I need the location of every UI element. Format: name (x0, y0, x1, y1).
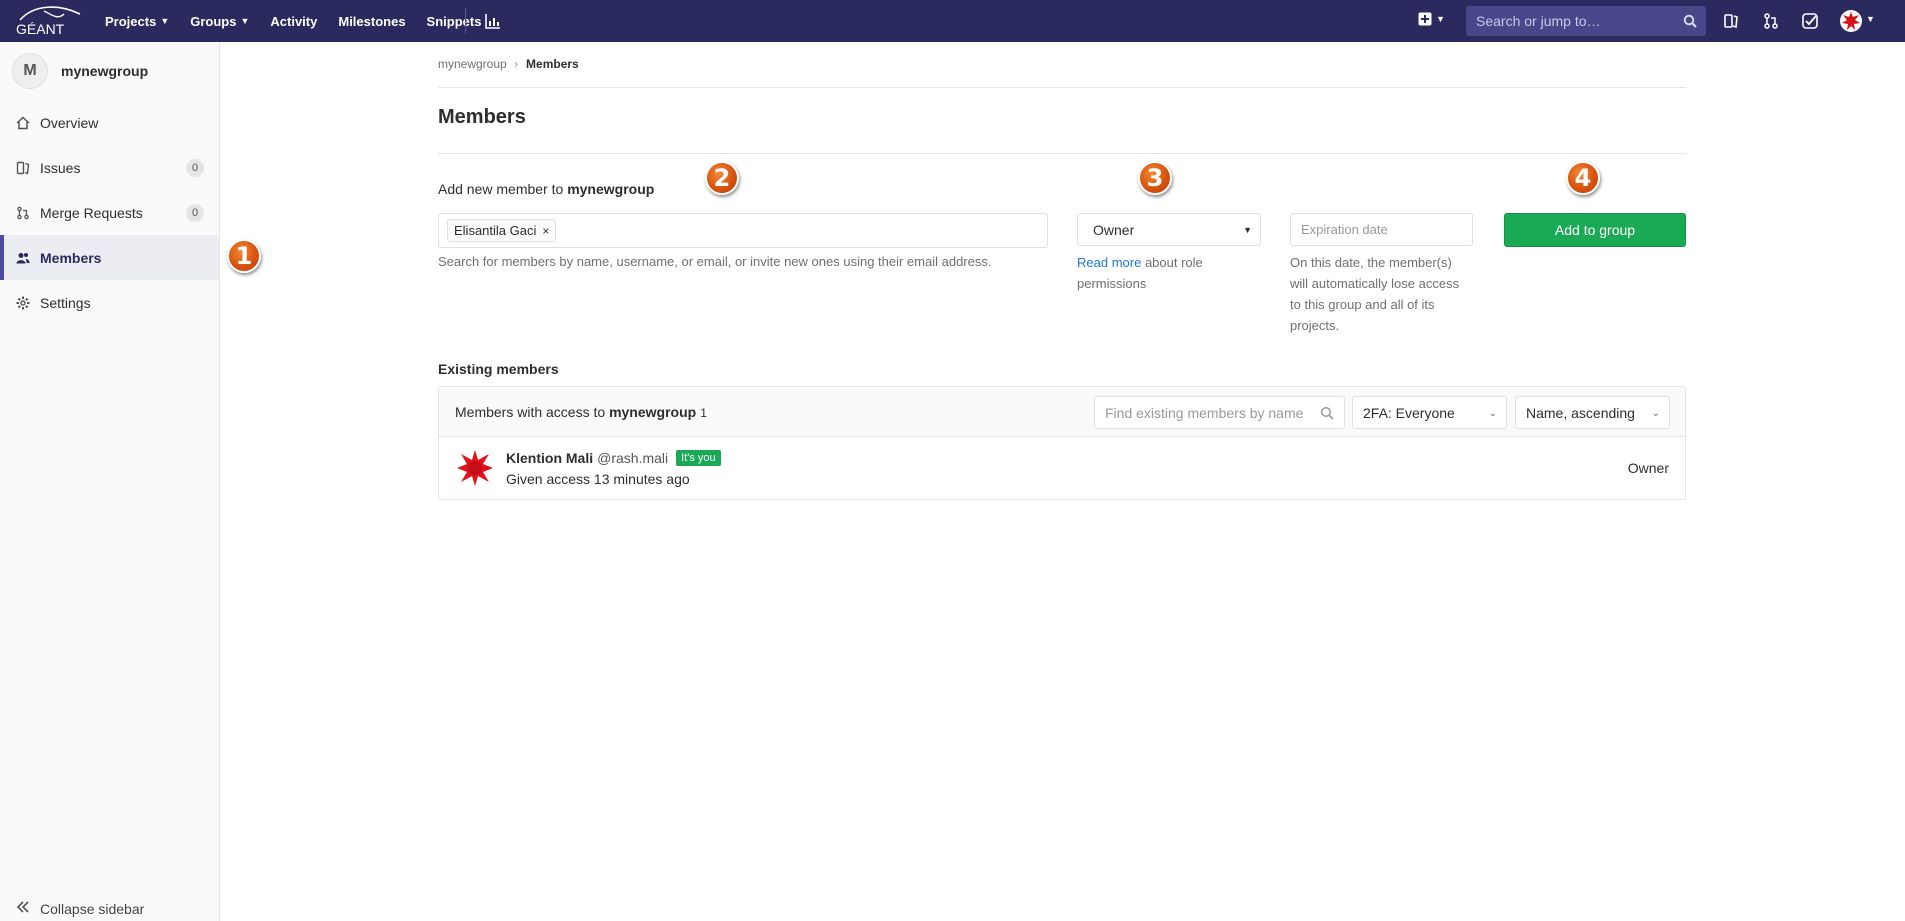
merge-requests-count-badge: 0 (186, 204, 204, 222)
group-name: mynewgroup (61, 63, 149, 79)
group-header[interactable]: M mynewgroup (0, 42, 219, 100)
expiration-date-input[interactable]: Expiration date (1290, 213, 1473, 246)
home-icon (16, 115, 30, 130)
caret-down-icon: ▼ (1243, 225, 1252, 235)
geant-logo[interactable]: GÉANT (14, 6, 82, 36)
top-navbar: GÉANT Projects ▼ Groups ▼ Activity Milesto… (0, 0, 1905, 42)
users-icon (16, 251, 30, 265)
sidebar-item-issues[interactable]: Issues 0 (0, 145, 219, 190)
search-icon (1320, 406, 1334, 420)
members-count: 1 (700, 406, 707, 420)
issues-count-badge: 0 (186, 159, 204, 177)
members-panel-header: Members with access to mynewgroup 1 Find … (439, 387, 1685, 437)
sidebar-item-label: Settings (40, 294, 91, 311)
search-icon (1683, 14, 1697, 28)
divider (438, 87, 1686, 88)
double-chevron-left-icon (16, 900, 30, 917)
read-more-link[interactable]: Read more (1077, 255, 1141, 270)
page-title: Members (438, 106, 526, 128)
chevron-down-icon: ▼ (1436, 14, 1445, 24)
members-panel-title: Members with access to mynewgroup 1 (455, 404, 707, 420)
annotation-badge-4: 4 (1566, 161, 1600, 195)
members-panel: Members with access to mynewgroup 1 Find … (438, 386, 1686, 500)
add-to-group-button[interactable]: Add to group (1504, 213, 1686, 247)
collapse-sidebar-label: Collapse sidebar (40, 900, 145, 917)
nav-groups[interactable]: Groups ▼ (190, 14, 249, 29)
breadcrumb: mynewgroup › Members (438, 57, 579, 71)
annotation-badge-1: 1 (227, 239, 261, 273)
sidebar-item-label: Merge Requests (40, 204, 143, 221)
member-name: Klention Mali @rash.mali It's you (506, 450, 721, 466)
user-avatar[interactable] (1840, 10, 1862, 32)
member-handle: @rash.mali (597, 450, 669, 466)
nav-projects[interactable]: Projects ▼ (105, 14, 169, 29)
settings-icon (16, 296, 30, 310)
sort-dropdown[interactable]: Name, ascending ⌄ (1515, 396, 1670, 429)
twofa-filter-dropdown[interactable]: 2FA: Everyone ⌄ (1352, 396, 1507, 429)
member-role: Owner (1627, 460, 1669, 476)
merge-request-icon (16, 206, 30, 220)
group-avatar: M (12, 53, 48, 89)
chevron-down-icon: ▼ (160, 16, 170, 26)
expiration-help: On this date, the member(s) will automat… (1290, 255, 1460, 333)
group-sidebar: M mynewgroup Overview Issues 0 Merge Req… (0, 42, 220, 921)
new-item-dropdown[interactable]: ▼ (1418, 12, 1445, 26)
member-row: Klention Mali @rash.mali It's you Given … (439, 437, 1685, 499)
remove-token-icon[interactable]: × (542, 224, 549, 238)
chevron-down-icon: ⌄ (1651, 408, 1660, 419)
add-member-label: Add new member to mynewgroup (438, 181, 655, 197)
its-you-badge: It's you (676, 450, 721, 466)
chevron-down-icon[interactable]: ▼ (1866, 14, 1875, 24)
sidebar-item-merge-requests[interactable]: Merge Requests 0 (0, 190, 219, 235)
nav-divider (465, 8, 466, 34)
merge-request-icon[interactable] (1762, 12, 1780, 30)
divider (438, 153, 1686, 154)
todo-icon[interactable] (1801, 12, 1819, 30)
svg-text:GÉANT: GÉANT (16, 21, 65, 36)
nav-activity[interactable]: Activity (270, 14, 317, 29)
sidebar-item-overview[interactable]: Overview (0, 100, 219, 145)
sidebar-item-label: Overview (40, 114, 99, 131)
nav-milestones[interactable]: Milestones (338, 14, 405, 29)
collapse-sidebar-button[interactable]: Collapse sidebar (16, 900, 144, 917)
member-fullname[interactable]: Klention Mali (506, 450, 593, 466)
issues-icon (16, 161, 30, 175)
member-avatar[interactable] (455, 448, 495, 488)
member-search-input[interactable]: Elisantila Gaci × (438, 213, 1048, 248)
nav-snippets[interactable]: Snippets (427, 14, 482, 29)
sidebar-item-label: Issues (40, 159, 81, 176)
search-input[interactable]: Search or jump to… (1466, 6, 1706, 36)
sidebar-item-label: Members (40, 249, 102, 266)
sidebar-item-settings[interactable]: Settings (0, 280, 219, 325)
chevron-right-icon: › (514, 58, 519, 70)
role-help: Read more about role permissions (1077, 255, 1203, 291)
selected-member-token: Elisantila Gaci × (447, 219, 557, 242)
chevron-down-icon: ▼ (240, 16, 250, 26)
annotation-badge-3: 3 (1138, 161, 1172, 195)
sidebar-item-members[interactable]: Members (0, 235, 219, 280)
chart-icon[interactable] (484, 12, 502, 30)
breadcrumb-parent[interactable]: mynewgroup (438, 57, 507, 71)
breadcrumb-current[interactable]: Members (526, 57, 579, 71)
member-search-help: Search for members by name, username, or… (438, 254, 992, 269)
find-members-input[interactable]: Find existing members by name (1094, 396, 1345, 429)
role-select[interactable]: Owner ▼ (1077, 213, 1261, 246)
annotation-badge-2: 2 (705, 161, 739, 195)
member-access-since: Given access 13 minutes ago (506, 471, 690, 487)
plus-square-icon (1418, 12, 1432, 26)
existing-members-title: Existing members (438, 361, 559, 377)
issues-icon[interactable] (1722, 12, 1740, 30)
chevron-down-icon: ⌄ (1488, 408, 1497, 419)
